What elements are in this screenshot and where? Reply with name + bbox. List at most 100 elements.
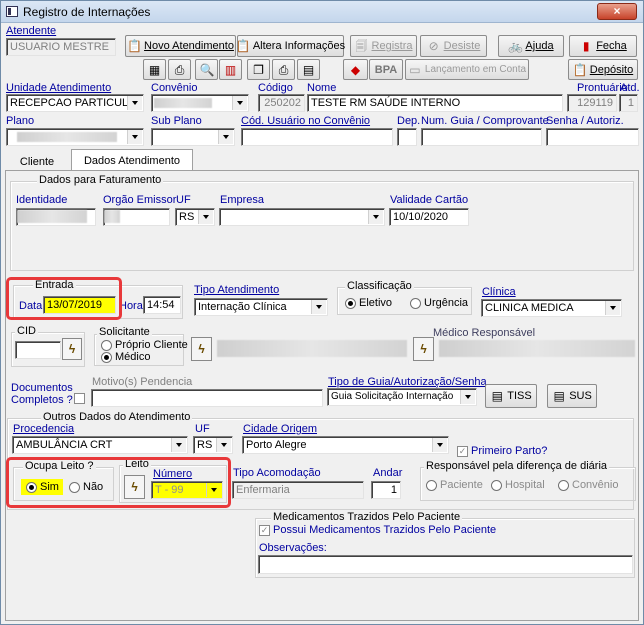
identidade-field[interactable] [16, 208, 96, 226]
andar-field[interactable]: 1 [371, 481, 401, 499]
title-bar: Registro de Internações × [1, 1, 643, 23]
dep-field[interactable] [397, 128, 417, 146]
convenio-label: Convênio [151, 82, 198, 94]
radio-icon [558, 479, 569, 491]
nome-field[interactable]: TESTE RM SAÚDE INTERNO [307, 94, 563, 112]
search-button[interactable]: 🔍 [195, 59, 218, 80]
outros-dados-title: Outros Dados do Atendimento [41, 411, 193, 423]
radio-resp-hospital[interactable]: Hospital [491, 479, 545, 491]
app-icon [6, 6, 18, 17]
atendente-label: Atendente [6, 25, 57, 37]
save-icon: 🗐 [355, 39, 368, 53]
medico-search-button[interactable]: ϟ [413, 337, 434, 361]
print-button[interactable]: ⎙ [168, 59, 191, 80]
registra-button[interactable]: 🗐 Registra [350, 35, 417, 57]
observacoes-label: Observações: [259, 542, 327, 554]
identidade-label: Identidade [16, 194, 68, 206]
uf-select[interactable]: RS [175, 208, 215, 226]
chevron-down-icon [127, 130, 142, 144]
books-button[interactable]: ▥ [219, 59, 242, 80]
redacted-block [17, 132, 117, 142]
unidade-select[interactable]: RECEPCAO PARTICULA [6, 94, 144, 112]
convenio-select[interactable] [151, 94, 249, 112]
tab-cliente[interactable]: Cliente [9, 153, 65, 171]
hora-entrada-field[interactable]: 14:54 [143, 296, 181, 314]
cidade-select[interactable]: Porto Alegre [242, 436, 449, 454]
solicitante-search-button[interactable]: ϟ [191, 337, 212, 361]
tipo-atendimento-select[interactable]: Internação Clínica [194, 298, 328, 316]
lancamento-conta-button[interactable]: ▭ Lançamento em Conta [405, 59, 529, 80]
redacted-block [439, 340, 635, 357]
atd-field: 1 [619, 94, 638, 112]
chevron-down-icon [311, 300, 326, 314]
orgao-field[interactable] [103, 208, 170, 226]
validade-field[interactable]: 10/10/2020 [389, 208, 469, 226]
cod-usuario-label: Cód. Usuário no Convênio [241, 115, 371, 127]
help-icon: 🚲 [508, 39, 524, 53]
procedencia-select[interactable]: AMBULÂNCIA CRT [12, 436, 188, 454]
radio-resp-paciente[interactable]: Paciente [426, 479, 483, 491]
copy-button[interactable]: ❐ [247, 59, 270, 80]
guia-label: Tipo de Guia/Autorização/Senha [328, 376, 487, 388]
senha-field[interactable] [546, 128, 639, 146]
documentos-checkbox[interactable] [74, 393, 85, 404]
checkbox-icon [74, 393, 85, 404]
primeiro-parto-checkbox[interactable]: ✓ Primeiro Parto? [457, 445, 547, 457]
subplano-select[interactable] [151, 128, 235, 146]
fecha-button[interactable]: ▮ Fecha [569, 35, 637, 57]
document-button[interactable]: ▤ [297, 59, 320, 80]
motivo-field[interactable] [91, 389, 323, 407]
observacoes-field[interactable] [258, 555, 633, 574]
radio-icon [491, 479, 502, 491]
tipo-atendimento-label: Tipo Atendimento [194, 284, 280, 296]
print-icon: ⎙ [174, 62, 185, 77]
dep-label: Dep. [397, 115, 421, 127]
cancel-icon: ⊘ [428, 39, 439, 53]
exit-icon: ▮ [582, 39, 590, 53]
senha-label: Senha / Autoriz. [546, 115, 624, 127]
medicamentos-checkbox[interactable]: ✓ Possui Medicamentos Trazidos Pelo Pacie… [259, 524, 496, 536]
cid-field[interactable] [15, 341, 61, 359]
tab-dados-atendimento[interactable]: Dados Atendimento [71, 149, 193, 171]
guia-select[interactable]: Guia Solicitação Internação [327, 388, 477, 406]
print2-button[interactable]: ⎙ [272, 59, 295, 80]
chevron-down-icon [218, 130, 233, 144]
empresa-label: Empresa [220, 194, 265, 206]
radio-medico[interactable]: Médico [101, 351, 150, 363]
calculator-button[interactable]: ▦ [143, 59, 166, 80]
chevron-down-icon [368, 210, 383, 224]
chevron-down-icon [171, 438, 186, 452]
ajuda-button[interactable]: 🚲 Ajuda [498, 35, 564, 57]
lightning-icon: ϟ [198, 342, 205, 356]
cid-search-button[interactable]: ϟ [62, 338, 82, 360]
calculator-icon: ▦ [148, 62, 161, 77]
redacted-block [154, 98, 212, 108]
eraser-button[interactable]: ◆ [343, 59, 368, 80]
num-guia-field[interactable] [421, 128, 542, 146]
cod-usuario-field[interactable] [241, 128, 393, 146]
atd-label: Atd. [620, 82, 640, 94]
radio-selected-icon [101, 351, 112, 363]
uf-origem-select[interactable]: RS [193, 436, 233, 454]
chevron-down-icon [605, 301, 620, 315]
close-button[interactable]: × [597, 3, 637, 20]
radio-urgencia[interactable]: Urgência [410, 297, 468, 309]
plano-select[interactable] [6, 128, 144, 146]
deposito-button[interactable]: 📋 Depósito [568, 59, 638, 80]
altera-informacoes-button[interactable]: 📋 Altera Informações [236, 35, 345, 57]
uf-label: UF [176, 194, 191, 206]
clinica-select[interactable]: CLINICA MEDICA [481, 299, 622, 317]
hora-label: Hora [119, 300, 143, 312]
document-stack-icon: ▤ [553, 389, 565, 403]
empresa-select[interactable] [219, 208, 385, 226]
documentos-label1: Documentos [11, 382, 73, 394]
novo-atendimento-button[interactable]: 📋 Novo Atendimento [125, 35, 236, 57]
desiste-button[interactable]: ⊘ Desiste [420, 35, 487, 57]
sus-button[interactable]: ▤ SUS [547, 384, 597, 408]
radio-resp-convenio[interactable]: Convênio [558, 479, 618, 491]
document-icon: ▤ [302, 62, 315, 77]
radio-eletivo[interactable]: Eletivo [345, 297, 392, 309]
radio-proprio-cliente[interactable]: Próprio Cliente [101, 339, 188, 351]
bpa-button[interactable]: BPA [369, 59, 403, 80]
tiss-button[interactable]: ▤ TISS [485, 384, 537, 408]
